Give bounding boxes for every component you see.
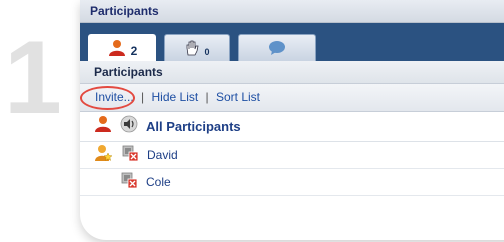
tab-participants[interactable]: 2 [88, 34, 156, 61]
participants-section-header: Participants [80, 61, 504, 84]
hide-list-link[interactable]: Hide List [152, 90, 199, 104]
raised-hand-icon [184, 40, 200, 56]
window-title: Participants [80, 0, 504, 23]
participants-icon [107, 39, 127, 57]
tab-bar: 2 0 [80, 23, 504, 61]
toolbar-separator: | [205, 90, 209, 104]
participant-icon [94, 115, 112, 138]
raised-hands-count: 0 [204, 46, 210, 57]
participant-row[interactable]: David [80, 142, 504, 169]
participant-row[interactable]: Cole [80, 169, 504, 196]
webcam-muted-icon [121, 144, 139, 167]
participant-name: Cole [146, 175, 171, 189]
step-number: 1 [4, 20, 62, 136]
chat-bubble-icon [268, 40, 286, 56]
participants-panel: Participants 2 0 Participants Invite... … [80, 0, 504, 240]
webcam-muted-icon [120, 171, 138, 194]
participant-name: David [147, 148, 178, 162]
tab-raised-hands[interactable]: 0 [164, 34, 230, 61]
participants-count: 2 [130, 44, 138, 58]
participants-toolbar: Invite... | Hide List | Sort List [80, 84, 504, 112]
tab-chat[interactable] [238, 34, 316, 61]
speaker-icon [120, 115, 138, 138]
invite-highlight-circle [80, 86, 135, 110]
presenter-icon [94, 144, 113, 167]
all-participants-label: All Participants [146, 119, 241, 134]
toolbar-separator: | [141, 90, 145, 104]
all-participants-row[interactable]: All Participants [80, 112, 504, 142]
sort-list-link[interactable]: Sort List [216, 90, 260, 104]
